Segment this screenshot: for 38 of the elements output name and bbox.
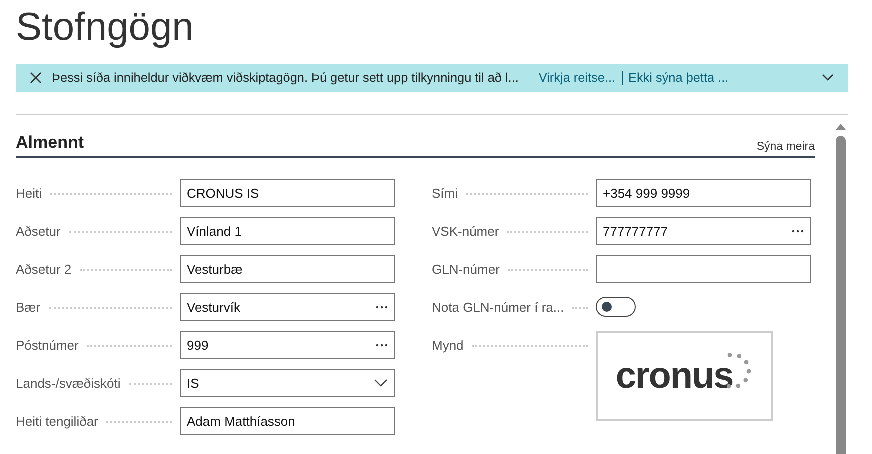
ellipsis-icon[interactable] [792, 230, 804, 232]
input-field[interactable]: Adam Matthíasson [180, 407, 395, 435]
field-label: Heiti [16, 186, 42, 200]
input-field[interactable]: Vesturbæ [180, 255, 395, 283]
field-label: Lands-/svæðiskóti [16, 376, 121, 390]
input-field[interactable]: 777777777 [596, 217, 811, 245]
input-field[interactable]: CRONUS IS [180, 179, 395, 207]
banner-action-link[interactable]: Virkja reitse... [538, 71, 616, 85]
logo-text: cronus [616, 355, 734, 397]
chevron-down-icon [374, 379, 388, 387]
ellipsis-icon[interactable] [376, 306, 388, 308]
close-icon[interactable] [30, 72, 42, 84]
show-more-link[interactable]: Sýna meira [756, 141, 815, 153]
toggle-switch[interactable] [596, 297, 636, 317]
input-field[interactable]: +354 999 9999 [596, 179, 811, 207]
field-label: GLN-númer [432, 262, 500, 276]
input-field[interactable] [596, 255, 811, 283]
input-field[interactable]: Vínland 1 [180, 217, 395, 245]
ellipsis-icon[interactable] [376, 344, 388, 346]
page-title: Stofngögn [16, 5, 195, 51]
field-label: Aðsetur [16, 224, 61, 238]
input-field[interactable]: 999 [180, 331, 395, 359]
field-label: Póstnúmer [16, 338, 79, 352]
scrollbar-thumb[interactable] [836, 136, 846, 454]
input-field[interactable]: Vesturvík [180, 293, 395, 321]
chevron-down-icon[interactable] [822, 74, 834, 82]
field-label: Heiti tengiliðar [16, 414, 98, 428]
banner-action-link[interactable]: Ekki sýna þetta ... [628, 71, 729, 85]
field-label: Sími [432, 186, 458, 200]
field-label: Mynd [432, 338, 464, 352]
section-title: Almennt [16, 133, 84, 153]
dropdown-field[interactable]: IS [180, 369, 395, 397]
field-label: VSK-númer [432, 224, 500, 238]
field-label: Nota GLN-númer í ra... [432, 300, 564, 314]
field-label: Aðsetur 2 [16, 262, 72, 276]
scroll-up-icon[interactable] [836, 123, 846, 130]
banner-message: Þessi síða inniheldur viðkvæm viðskiptagögn. Þú getur sett upp tilkynningu til að l... [52, 71, 519, 85]
field-label: Bær [16, 300, 41, 314]
